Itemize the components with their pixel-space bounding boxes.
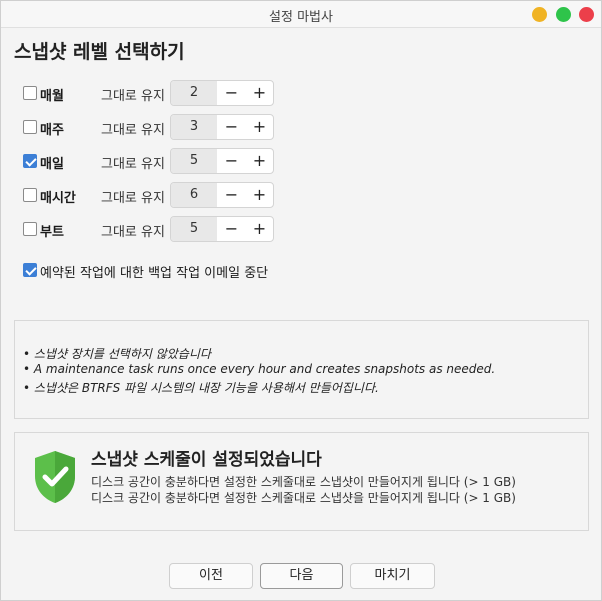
close-button[interactable]: [579, 7, 594, 22]
title-bar[interactable]: 설정 마법사: [1, 1, 601, 28]
monthly-decrement-button[interactable]: −: [217, 81, 246, 105]
monthly-increment-button[interactable]: +: [245, 81, 273, 105]
boot-checkbox[interactable]: [23, 222, 37, 236]
stop-email-checkbox[interactable]: [23, 263, 37, 277]
minimize-button[interactable]: [532, 7, 547, 22]
info-line: • 스냅샷 장치를 선택하지 않았습니다: [23, 347, 211, 361]
daily-checkbox[interactable]: [23, 154, 37, 168]
status-title: 스냅샷 스케줄이 설정되었습니다: [91, 450, 322, 470]
finish-button[interactable]: 마치기: [350, 563, 435, 589]
daily-count-stepper[interactable]: 5 − +: [170, 148, 274, 174]
previous-button[interactable]: 이전: [169, 563, 253, 589]
weekly-checkbox[interactable]: [23, 120, 37, 134]
hourly-label[interactable]: 매시간: [40, 187, 76, 206]
boot-keep-label: 그대로 유지: [101, 225, 165, 240]
hourly-decrement-button[interactable]: −: [217, 183, 246, 207]
weekly-keep-label: 그대로 유지: [101, 123, 165, 138]
weekly-increment-button[interactable]: +: [245, 115, 273, 139]
hourly-count-stepper[interactable]: 6 − +: [170, 182, 274, 208]
hourly-checkbox[interactable]: [23, 188, 37, 202]
maximize-button[interactable]: [556, 7, 571, 22]
monthly-count-stepper[interactable]: 2 − +: [170, 80, 274, 106]
weekly-count-stepper[interactable]: 3 − +: [170, 114, 274, 140]
info-line: • A maintenance task runs once every hou…: [23, 362, 496, 376]
level-row-daily: 매일 그대로 유지 5 − +: [23, 148, 283, 174]
monthly-count-value[interactable]: 2: [171, 81, 217, 105]
window-title: 설정 마법사: [269, 10, 333, 25]
wizard-window: 설정 마법사 스냅샷 레벨 선택하기 매월 그대로 유지 2 − + 매주 그대…: [0, 0, 602, 601]
boot-label[interactable]: 부트: [40, 221, 64, 240]
info-panel: • 스냅샷 장치를 선택하지 않았습니다 • A maintenance tas…: [14, 320, 589, 419]
weekly-label[interactable]: 매주: [40, 119, 64, 138]
daily-keep-label: 그대로 유지: [101, 157, 165, 172]
daily-label[interactable]: 매일: [40, 153, 64, 172]
monthly-checkbox[interactable]: [23, 86, 37, 100]
shield-check-icon: [35, 451, 75, 503]
daily-increment-button[interactable]: +: [245, 149, 273, 173]
boot-count-value[interactable]: 5: [171, 217, 217, 241]
daily-decrement-button[interactable]: −: [217, 149, 246, 173]
status-message: 디스크 공간이 충분하다면 설정한 스케줄대로 스냅샷을 만들어지게 됩니다 (…: [91, 491, 516, 505]
hourly-keep-label: 그대로 유지: [101, 191, 165, 206]
boot-count-stepper[interactable]: 5 − +: [170, 216, 274, 242]
stop-email-option[interactable]: 예약된 작업에 대한 백업 작업 이메일 중단: [23, 260, 323, 281]
hourly-increment-button[interactable]: +: [245, 183, 273, 207]
level-row-hourly: 매시간 그대로 유지 6 − +: [23, 182, 283, 208]
level-row-monthly: 매월 그대로 유지 2 − +: [23, 80, 283, 106]
weekly-count-value[interactable]: 3: [171, 115, 217, 139]
monthly-label[interactable]: 매월: [40, 85, 64, 104]
daily-count-value[interactable]: 5: [171, 149, 217, 173]
monthly-keep-label: 그대로 유지: [101, 89, 165, 104]
status-panel: 스냅샷 스케줄이 설정되었습니다 디스크 공간이 충분하다면 설정한 스케줄대로…: [14, 432, 589, 531]
page-heading: 스냅샷 레벨 선택하기: [14, 41, 185, 63]
next-button[interactable]: 다음: [260, 563, 343, 589]
level-row-weekly: 매주 그대로 유지 3 − +: [23, 114, 283, 140]
boot-increment-button[interactable]: +: [245, 217, 273, 241]
info-line: • 스냅샷은 BTRFS 파일 시스템의 내장 기능을 사용해서 만들어집니다.: [23, 381, 379, 395]
level-row-boot: 부트 그대로 유지 5 − +: [23, 216, 283, 242]
hourly-count-value[interactable]: 6: [171, 183, 217, 207]
weekly-decrement-button[interactable]: −: [217, 115, 246, 139]
boot-decrement-button[interactable]: −: [217, 217, 246, 241]
status-message: 디스크 공간이 충분하다면 설정한 스케줄대로 스냅샷이 만들어지게 됩니다 (…: [91, 475, 516, 489]
stop-email-label[interactable]: 예약된 작업에 대한 백업 작업 이메일 중단: [40, 262, 268, 281]
